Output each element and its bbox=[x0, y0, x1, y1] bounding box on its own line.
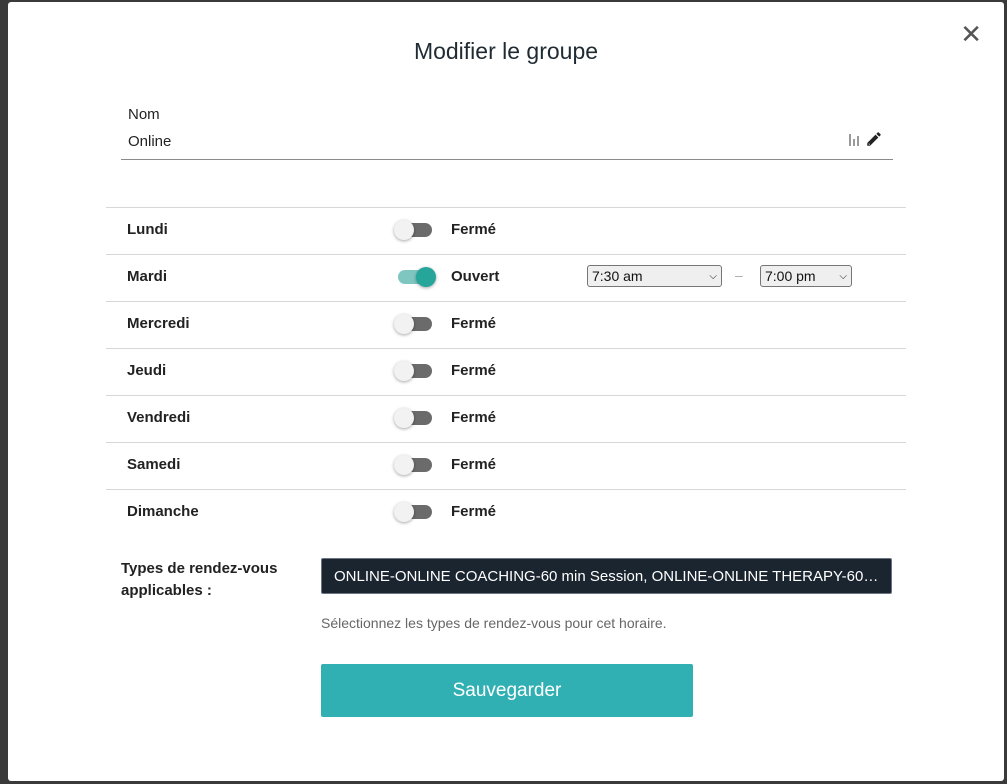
day-toggle[interactable] bbox=[394, 502, 432, 522]
day-name: Jeudi bbox=[127, 362, 167, 379]
day-name: Dimanche bbox=[127, 503, 199, 520]
start-time-value: 7:30 am bbox=[592, 268, 643, 284]
day-row-mercredi: Mercredi Fermé bbox=[106, 301, 906, 348]
dialog-title: Modifier le groupe bbox=[413, 38, 599, 64]
day-row-vendredi: Vendredi Fermé bbox=[106, 395, 906, 442]
password-manager-icon[interactable] bbox=[849, 132, 859, 146]
toggle-knob bbox=[394, 314, 414, 334]
day-row-jeudi: Jeudi Fermé bbox=[106, 348, 906, 395]
time-separator: – bbox=[735, 267, 743, 283]
toggle-knob bbox=[394, 220, 414, 240]
toggle-knob bbox=[394, 455, 414, 475]
toggle-knob bbox=[394, 361, 414, 381]
day-name: Samedi bbox=[127, 456, 181, 473]
day-name: Lundi bbox=[127, 221, 168, 238]
day-row-dimanche: Dimanche Fermé bbox=[106, 489, 906, 536]
day-status: Fermé bbox=[451, 221, 497, 238]
day-status: Fermé bbox=[451, 315, 497, 332]
appointment-types-label: Types de rendez-vous applicables : bbox=[121, 560, 278, 599]
name-field[interactable]: Nom Online bbox=[121, 100, 893, 160]
day-name: Vendredi bbox=[127, 409, 191, 426]
day-name: Mercredi bbox=[127, 315, 190, 332]
day-toggle[interactable] bbox=[394, 314, 432, 334]
name-input[interactable]: Online bbox=[128, 133, 828, 150]
appointment-types-help: Sélectionnez les types de rendez-vous po… bbox=[321, 615, 667, 631]
toggle-knob bbox=[394, 408, 414, 428]
day-row-mardi: Mardi Ouvert 7:30 am ⌵ – 7:00 pm ⌵ bbox=[106, 254, 906, 301]
toggle-knob bbox=[416, 267, 436, 287]
appointment-types-select[interactable]: ONLINE-ONLINE COACHING-60 min Session, O… bbox=[321, 558, 892, 594]
day-toggle[interactable] bbox=[394, 455, 432, 475]
day-name: Mardi bbox=[127, 268, 168, 285]
toggle-knob bbox=[394, 502, 414, 522]
weekly-schedule: Lundi Fermé Mardi Ouvert 7:30 am ⌵ – 7:0… bbox=[106, 207, 906, 536]
field-icons bbox=[849, 130, 883, 148]
end-time-select[interactable]: 7:00 pm ⌵ bbox=[760, 265, 852, 287]
edit-group-dialog: ✕ Modifier le groupe Nom Online Lundi Fe… bbox=[8, 2, 1004, 781]
day-status: Fermé bbox=[451, 456, 497, 473]
day-status: Fermé bbox=[451, 362, 497, 379]
day-toggle[interactable] bbox=[394, 408, 432, 428]
day-row-lundi: Lundi Fermé bbox=[106, 207, 906, 254]
save-button[interactable]: Sauvegarder bbox=[321, 664, 693, 717]
day-status: Fermé bbox=[451, 503, 497, 520]
day-toggle[interactable] bbox=[394, 361, 432, 381]
end-time-value: 7:00 pm bbox=[765, 268, 816, 284]
day-toggle[interactable] bbox=[398, 267, 436, 287]
name-label: Nom bbox=[128, 106, 160, 123]
chevron-down-icon: ⌵ bbox=[709, 270, 717, 282]
pencil-icon[interactable] bbox=[865, 130, 883, 148]
day-status: Ouvert bbox=[451, 268, 500, 285]
day-status: Fermé bbox=[451, 409, 497, 426]
day-toggle[interactable] bbox=[394, 220, 432, 240]
day-row-samedi: Samedi Fermé bbox=[106, 442, 906, 489]
start-time-select[interactable]: 7:30 am ⌵ bbox=[587, 265, 722, 287]
chevron-down-icon: ⌵ bbox=[839, 270, 847, 282]
